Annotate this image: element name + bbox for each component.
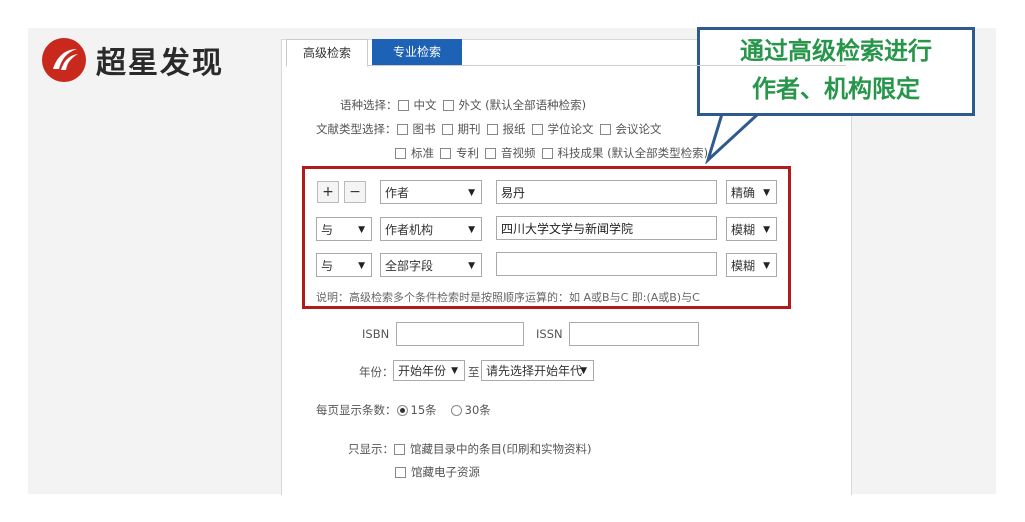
chaoxing-logo-icon: [42, 38, 86, 82]
tab-professional-search[interactable]: 专业检索: [372, 39, 462, 65]
isbn-label: ISBN: [362, 327, 390, 341]
doctype-option[interactable]: 科技成果 (默认全部类型检索): [541, 145, 708, 161]
doctype-option[interactable]: 会议论文: [599, 121, 662, 137]
language-row: 语种选择： 中文 外文 (默认全部语种检索): [340, 97, 592, 113]
checkbox[interactable]: [394, 443, 405, 455]
doctype-row-1: 文献类型选择： 图书 期刊 报纸 学位论文 会议论文: [316, 121, 668, 137]
doctype-option[interactable]: 报纸: [486, 121, 526, 137]
isbn-input[interactable]: [396, 322, 524, 346]
checkbox[interactable]: [486, 123, 498, 135]
doctype-option[interactable]: 图书: [396, 121, 436, 137]
doctype-option[interactable]: 音视频: [485, 145, 536, 161]
tab-advanced-search[interactable]: 高级检索: [286, 39, 368, 67]
show-only-label: 只显示：: [348, 442, 394, 456]
doctype-option[interactable]: 标准: [395, 145, 434, 161]
doctype-row-2: 标准 专利 音视频 科技成果 (默认全部类型检索): [395, 145, 714, 161]
show-only-row: 只显示： 馆藏目录中的条目(印刷和实物资料): [348, 441, 597, 457]
per-page-label: 每页显示条数：: [316, 403, 397, 417]
checkbox[interactable]: [396, 123, 408, 135]
dropdown-arrow-icon: ▼: [451, 366, 458, 376]
brand-name: 超星发现: [96, 46, 224, 81]
start-year-select[interactable]: 开始年份 ▼: [393, 360, 465, 381]
radio-selected[interactable]: [396, 404, 408, 416]
checkbox[interactable]: [442, 99, 454, 111]
checkbox[interactable]: [541, 147, 553, 159]
end-year-select[interactable]: 请先选择开始年代 ▼: [481, 360, 594, 381]
checkbox[interactable]: [440, 147, 451, 159]
brand-logo[interactable]: 超星发现: [42, 38, 224, 82]
radio[interactable]: [450, 404, 462, 416]
checkbox[interactable]: [485, 147, 496, 159]
issn-input[interactable]: [569, 322, 699, 346]
checkbox[interactable]: [441, 123, 453, 135]
language-label: 语种选择：: [340, 98, 398, 112]
issn-label: ISSN: [536, 327, 563, 341]
checkbox[interactable]: [599, 123, 611, 135]
checkbox[interactable]: [395, 466, 406, 478]
doctype-label: 文献类型选择：: [316, 122, 397, 136]
per-page-option-15[interactable]: 15条: [396, 402, 437, 418]
tab-divider: [286, 65, 846, 66]
show-only-option-electronic[interactable]: 馆藏电子资源: [395, 464, 480, 480]
per-page-row: 每页显示条数： 15条 30条: [316, 402, 497, 418]
checkbox[interactable]: [395, 147, 406, 159]
dropdown-arrow-icon: ▼: [580, 366, 587, 376]
checkbox[interactable]: [531, 123, 543, 135]
callout-pointer: [705, 112, 760, 164]
checkbox[interactable]: [397, 99, 409, 111]
per-page-option-30[interactable]: 30条: [450, 402, 491, 418]
callout-line-2: 作者、机构限定: [752, 75, 920, 103]
doctype-option[interactable]: 专利: [440, 145, 479, 161]
show-only-row-2: 馆藏电子资源: [395, 464, 486, 480]
callout-text: 通过高级检索进行 作者、机构限定: [697, 32, 975, 108]
doctype-option[interactable]: 期刊: [441, 121, 481, 137]
language-option-foreign[interactable]: 外文 (默认全部语种检索): [442, 97, 586, 113]
language-option-chinese[interactable]: 中文: [397, 97, 437, 113]
year-to-label: 至: [468, 365, 480, 379]
year-label: 年份：: [359, 365, 394, 379]
doctype-option[interactable]: 学位论文: [531, 121, 594, 137]
highlight-box: [302, 166, 791, 309]
show-only-option-catalog[interactable]: 馆藏目录中的条目(印刷和实物资料): [394, 441, 591, 457]
